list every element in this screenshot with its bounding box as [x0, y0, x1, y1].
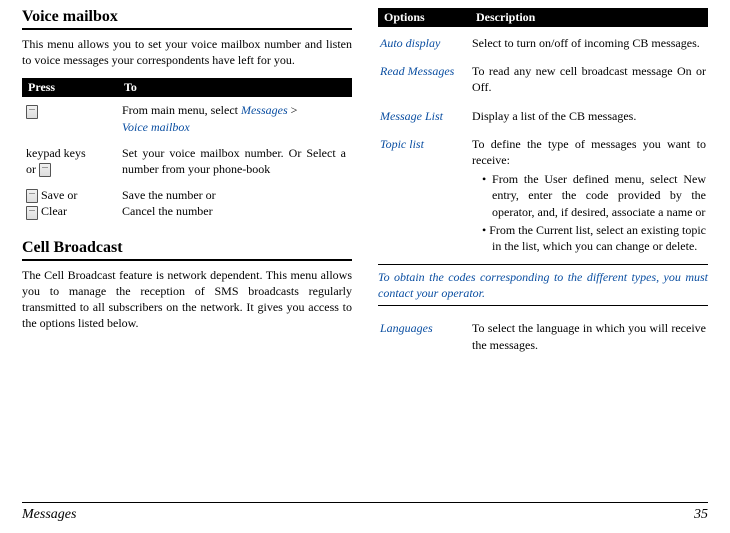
table-row: From main menu, select Messages > Voice … [22, 97, 352, 139]
link-voice-mailbox: Voice mailbox [122, 120, 190, 134]
operator-note: To obtain the codes corresponding to the… [378, 269, 708, 301]
list-item: From the Current list, select an existin… [482, 222, 706, 254]
option-row-topic-list: Topic list To define the type of message… [378, 132, 708, 264]
text: or [26, 162, 39, 176]
link-messages: Messages [241, 103, 288, 117]
softkey-icon [26, 206, 38, 220]
option-label: Read Messages [380, 63, 472, 79]
text: Cancel the number [122, 204, 213, 218]
col-header-options: Options [384, 10, 476, 25]
list-item: From the User defined menu, select New e… [482, 171, 706, 220]
col-header-description: Description [476, 10, 702, 25]
press-to-table: Press To From main menu, select Messages… [22, 78, 352, 224]
options-header: Options Description [378, 8, 708, 27]
text: Save the number or [122, 188, 216, 202]
text: Clear [38, 204, 67, 218]
col-header-press: Press [28, 80, 124, 95]
to-cell: From main menu, select Messages > Voice … [122, 102, 346, 134]
softkey-icon [39, 163, 51, 177]
option-label: Auto display [380, 35, 472, 51]
footer-page-number: 35 [694, 507, 708, 523]
text: keypad keys [26, 146, 86, 160]
option-desc: Display a list of the CB messages. [472, 108, 706, 124]
page-footer: Messages 35 [22, 502, 708, 523]
divider [22, 28, 352, 30]
option-desc: To read any new cell broadcast message O… [472, 63, 706, 95]
note-box: To obtain the codes corresponding to the… [378, 264, 708, 306]
divider [22, 259, 352, 261]
table-row: keypad keys or Set your voice mailbox nu… [22, 140, 352, 182]
option-desc: To select the language in which you will… [472, 320, 706, 352]
cell-broadcast-paragraph: The Cell Broadcast feature is network de… [22, 267, 352, 332]
softkey-icon [26, 105, 38, 119]
softkey-icon [26, 189, 38, 203]
text: To define the type of messages you want … [472, 137, 706, 167]
option-desc: Select to turn on/off of incoming CB mes… [472, 35, 706, 51]
heading-voice-mailbox: Voice mailbox [22, 8, 352, 26]
press-cell [26, 102, 122, 118]
to-cell: Set your voice mailbox number. Or Select… [122, 145, 346, 177]
to-cell: Save the number or Cancel the number [122, 187, 346, 219]
option-desc: To define the type of messages you want … [472, 136, 706, 256]
text: Save or [38, 188, 77, 202]
voice-mailbox-paragraph: This menu allows you to set your voice m… [22, 36, 352, 68]
heading-cell-broadcast: Cell Broadcast [22, 239, 352, 257]
left-column: Voice mailbox This menu allows you to se… [22, 8, 352, 361]
right-column: Options Description Auto display Select … [378, 8, 708, 361]
option-label: Topic list [380, 136, 472, 152]
text: > [288, 103, 298, 117]
option-row-auto-display: Auto display Select to turn on/off of in… [378, 31, 708, 59]
option-row-languages: Languages To select the language in whic… [378, 316, 708, 360]
press-cell: Save or Clear [26, 187, 122, 220]
option-label: Languages [380, 320, 472, 336]
text: From main menu, select [122, 103, 241, 117]
table-row: Save or Clear Save the number or Cancel … [22, 182, 352, 225]
press-cell: keypad keys or [26, 145, 122, 177]
option-row-message-list: Message List Display a list of the CB me… [378, 104, 708, 132]
option-row-read-messages: Read Messages To read any new cell broad… [378, 59, 708, 103]
col-header-to: To [124, 80, 346, 95]
table-header: Press To [22, 78, 352, 97]
topic-bullets: From the User defined menu, select New e… [472, 171, 706, 254]
footer-section: Messages [22, 507, 76, 523]
option-label: Message List [380, 108, 472, 124]
